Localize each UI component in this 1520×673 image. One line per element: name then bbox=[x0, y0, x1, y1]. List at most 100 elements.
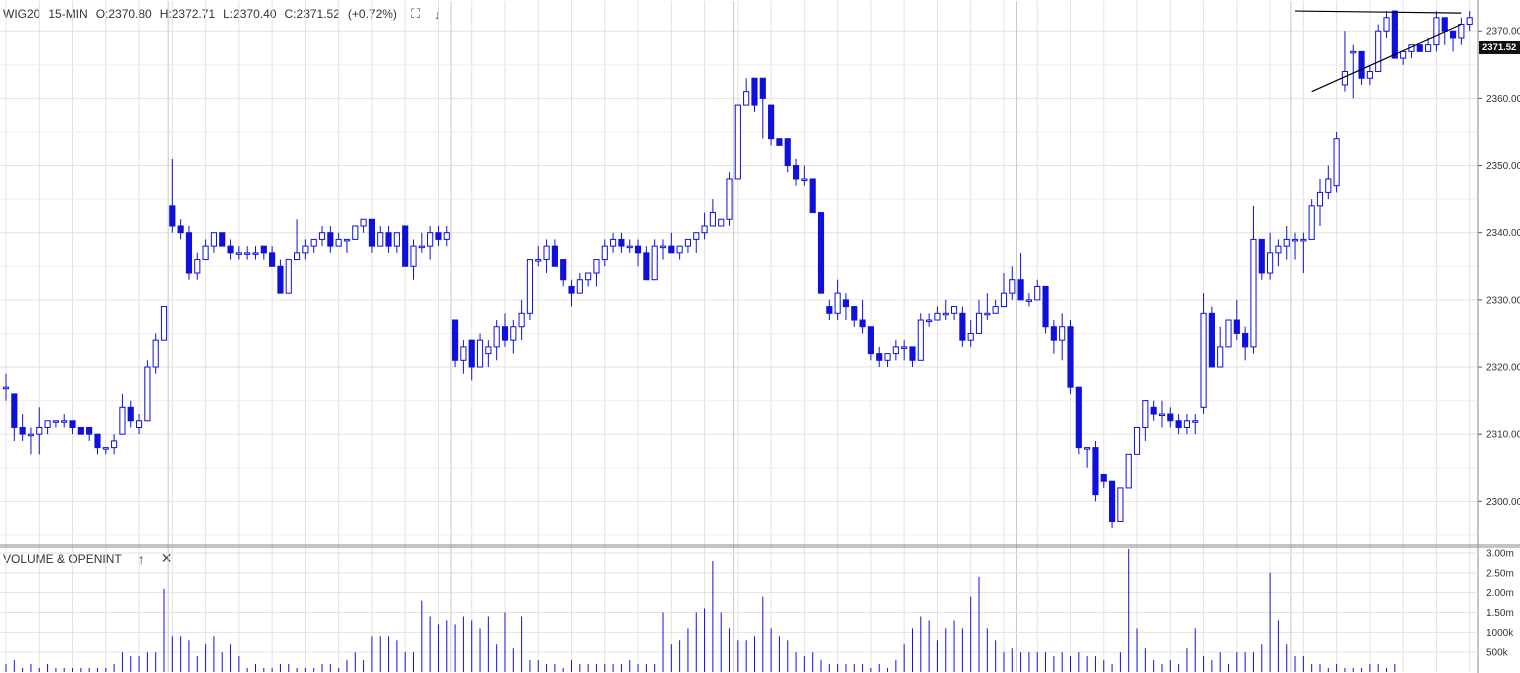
candle-down bbox=[452, 319, 459, 361]
candle-down bbox=[1100, 473, 1107, 482]
candle-down bbox=[1258, 238, 1265, 274]
candle-down bbox=[385, 232, 392, 247]
candle-up bbox=[942, 312, 949, 316]
candle-down bbox=[1042, 285, 1049, 328]
candle-down bbox=[859, 319, 866, 328]
candle-up bbox=[950, 306, 958, 314]
candle-up bbox=[518, 312, 525, 328]
candle-down bbox=[11, 393, 18, 428]
candle-up bbox=[1433, 17, 1440, 46]
candle-up bbox=[285, 259, 292, 294]
candle-down bbox=[634, 245, 642, 254]
candle-down bbox=[776, 138, 783, 146]
candle-up bbox=[1217, 346, 1224, 368]
candle-up bbox=[460, 346, 467, 361]
candle-up bbox=[693, 232, 700, 240]
candle-up bbox=[244, 252, 251, 255]
candle-up bbox=[701, 225, 708, 234]
candle-up bbox=[194, 259, 201, 274]
candle-up bbox=[526, 259, 534, 314]
candle-down bbox=[817, 212, 825, 294]
candle-up bbox=[1341, 71, 1349, 86]
candle-up bbox=[52, 420, 59, 423]
candle-up bbox=[926, 319, 933, 323]
candle-down bbox=[826, 306, 833, 314]
candle-down bbox=[127, 406, 134, 422]
candle-up bbox=[210, 232, 217, 247]
candle-down bbox=[1175, 420, 1182, 428]
candle-down bbox=[1167, 413, 1174, 422]
candle-up bbox=[1316, 191, 1324, 207]
candle-down bbox=[327, 232, 334, 247]
candle-up bbox=[1142, 400, 1149, 428]
candle-up bbox=[293, 252, 301, 261]
candle-up bbox=[901, 346, 908, 349]
candle-up bbox=[884, 353, 891, 361]
candle-up bbox=[1084, 447, 1091, 450]
candle-down bbox=[185, 232, 193, 274]
candle-down bbox=[560, 259, 567, 281]
candle-up bbox=[152, 339, 159, 368]
candle-up bbox=[485, 346, 492, 355]
candle-up bbox=[1158, 413, 1166, 417]
candle-down bbox=[1233, 319, 1240, 334]
candle-up bbox=[1125, 453, 1132, 489]
candle-up bbox=[967, 332, 974, 341]
y-tick-label: 2340.00 bbox=[1486, 228, 1520, 239]
candle-up bbox=[543, 245, 550, 261]
candle-down bbox=[19, 426, 26, 435]
candle-up bbox=[160, 306, 168, 341]
candle-down bbox=[86, 426, 93, 435]
volume-tick-label: 2.50m bbox=[1486, 568, 1514, 579]
candle-down bbox=[1075, 386, 1082, 449]
candle-up bbox=[360, 218, 367, 227]
candle-up bbox=[1200, 312, 1207, 408]
price-chart[interactable]: 2300.00 2310.00 2320.00 2330.00 2340.00 2350.… bbox=[0, 0, 1520, 673]
candle-up bbox=[585, 272, 592, 281]
candle-up bbox=[718, 218, 725, 227]
candle-down bbox=[876, 353, 883, 361]
candle-down bbox=[1242, 332, 1249, 348]
candle-down bbox=[1449, 30, 1457, 39]
candle-down bbox=[784, 138, 791, 167]
candle-up bbox=[1458, 24, 1465, 39]
candle-up bbox=[1291, 238, 1299, 242]
y-tick-label: 2350.00 bbox=[1486, 161, 1520, 172]
candle-down bbox=[768, 104, 775, 140]
candle-up bbox=[310, 238, 317, 247]
volume-tick-label: 3.00m bbox=[1486, 549, 1514, 560]
candle-up bbox=[593, 259, 600, 274]
candle-down bbox=[1109, 480, 1116, 522]
candle-up bbox=[535, 259, 542, 262]
candle-up bbox=[144, 366, 151, 422]
candle-up bbox=[1000, 292, 1008, 308]
volume-tick-label: 1000k bbox=[1486, 628, 1514, 639]
candle-down bbox=[1391, 10, 1398, 59]
candle-down bbox=[435, 232, 442, 240]
candle-down bbox=[568, 285, 575, 294]
candle-up bbox=[1225, 319, 1232, 348]
candle-down bbox=[69, 420, 76, 428]
candle-down bbox=[277, 265, 284, 294]
candle-up bbox=[801, 178, 808, 181]
candle-up bbox=[1192, 420, 1199, 423]
candle-down bbox=[1067, 326, 1074, 388]
candle-down bbox=[668, 245, 675, 254]
candle-up bbox=[493, 326, 500, 348]
candle-down bbox=[851, 306, 858, 321]
candle-up bbox=[252, 252, 259, 255]
candle-up bbox=[1183, 420, 1191, 428]
candle-down bbox=[219, 232, 226, 247]
last-price-tag: 2371.52 bbox=[1479, 41, 1520, 54]
candle-up bbox=[377, 232, 384, 247]
candle-up bbox=[1366, 71, 1373, 79]
candle-up bbox=[1383, 17, 1390, 32]
candle-up bbox=[135, 420, 143, 428]
volume-tick-label: 500k bbox=[1486, 648, 1509, 659]
candle-down bbox=[1092, 447, 1099, 496]
candle-up bbox=[834, 292, 841, 314]
candle-down bbox=[402, 225, 409, 267]
candle-up bbox=[202, 245, 209, 261]
candle-up bbox=[975, 312, 983, 334]
candle-down bbox=[643, 252, 650, 281]
